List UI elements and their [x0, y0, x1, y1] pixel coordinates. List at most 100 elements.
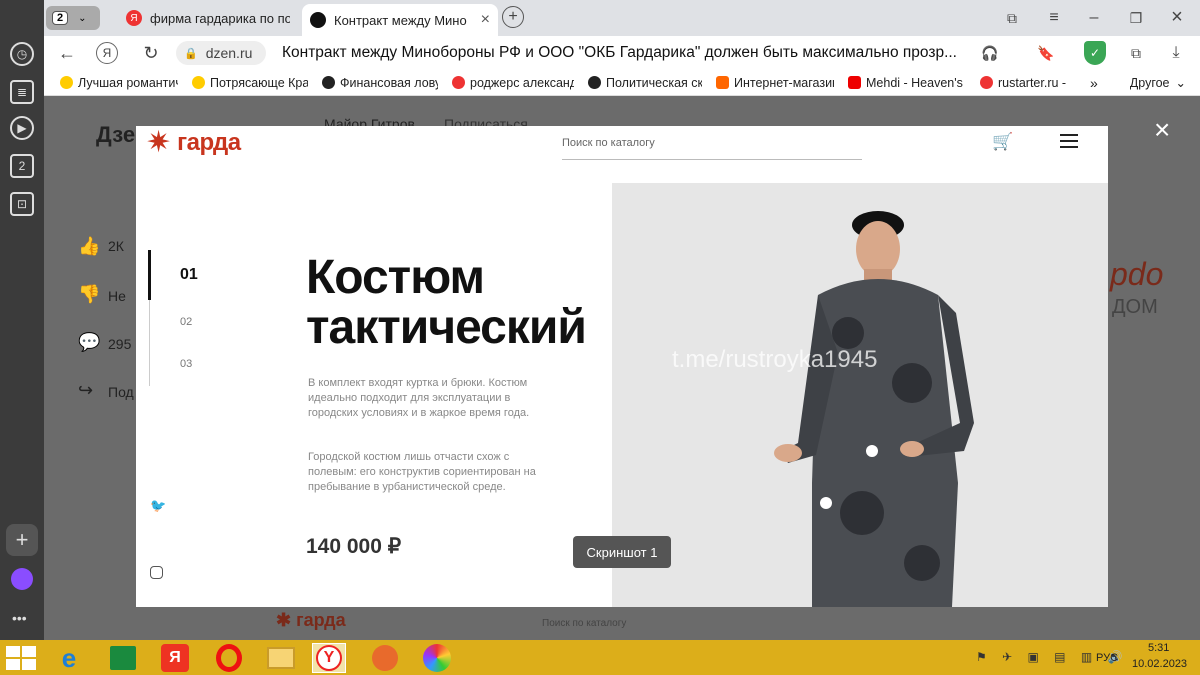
history-icon[interactable]: ◷ — [10, 42, 34, 66]
yandex-icon — [980, 76, 993, 89]
reload-icon[interactable]: ↻ — [140, 42, 162, 64]
product-heading-line1: Костюм — [306, 251, 485, 304]
windows-taskbar: e Я Y ⚑ ✈ ▣ ▤ ▥ 🔊 РУС 5:31 10.02.2023 — [0, 640, 1200, 675]
dzen-icon — [322, 76, 335, 89]
ad-text: рdo — [1110, 256, 1164, 292]
store-icon[interactable] — [106, 643, 140, 673]
downloads-icon[interactable]: ⤓ — [1166, 43, 1186, 63]
screenshot-viewer: ✷ гарда Поиск по каталогу 🛒 01 02 03 🐦 К… — [136, 126, 1108, 607]
tab-title: фирма гардарика по пош — [150, 10, 290, 26]
bookmark-item[interactable]: Финансовая ловуш — [322, 76, 438, 90]
product-heading-line2: тактический — [306, 301, 587, 354]
hamburger-icon[interactable] — [1060, 134, 1078, 148]
explorer-folder-icon[interactable] — [264, 643, 298, 673]
clock-date[interactable]: 10.02.2023 — [1132, 658, 1187, 670]
slide-nav-active-bar — [148, 250, 151, 300]
cart-icon[interactable]: 🛒 — [992, 132, 1013, 152]
slide-02[interactable]: 02 — [180, 316, 192, 328]
share-icon: ↪ — [78, 380, 94, 400]
menu-icon[interactable]: ≡ — [1044, 8, 1064, 28]
protect-shield-icon[interactable]: ✓ — [1084, 41, 1106, 65]
youtube-icon — [848, 76, 861, 89]
address-bar: ← Я ↻ 🔒 dzen.ru Контракт между Миноборон… — [0, 36, 1200, 70]
url-field[interactable]: 🔒 dzen.ru — [176, 41, 266, 65]
slide-03[interactable]: 03 — [180, 358, 192, 370]
like-icon: 👍 — [78, 236, 101, 256]
tab-group-button[interactable]: 2 ⌄ — [46, 6, 100, 30]
star-logo-icon: ✷ — [146, 126, 172, 159]
play-icon — [192, 76, 205, 89]
bookmark-icon[interactable]: 🔖 — [1036, 43, 1056, 63]
slide-01[interactable]: 01 — [180, 266, 198, 284]
bookmarks-bar: Лучшая романтич Потрясающе Крас Финансов… — [0, 70, 1200, 96]
comments-count: 295 — [108, 336, 132, 352]
yandex-browser-icon[interactable]: Y — [312, 643, 346, 673]
bottom-logo: ✱ гарда — [276, 610, 346, 630]
minimize-icon[interactable]: – — [1084, 8, 1104, 28]
tab-bar: ◉ 2 ⌄ Я фирма гардарика по пош Контракт … — [0, 0, 1200, 36]
bookmarks-other-button[interactable]: Другое ⌄ — [1130, 75, 1186, 91]
tab-title: Контракт между Мино — [334, 12, 467, 28]
ad-text-2: ДОМ — [1112, 296, 1158, 318]
chevron-down-icon: ⌄ — [78, 12, 87, 24]
color-app-icon[interactable] — [420, 643, 454, 673]
more-icon[interactable]: ••• — [12, 610, 27, 626]
product-description-2: Городской костюм лишь отчасти схож с пол… — [308, 451, 536, 493]
bookmark-item[interactable]: роджерс александ — [452, 76, 574, 90]
play-icon[interactable]: ▶ — [10, 116, 34, 140]
bookmark-item[interactable]: rustarter.ru - — [980, 76, 1068, 90]
comment-icon: 💬 — [78, 332, 101, 352]
tabs-badge-icon[interactable]: 2 — [10, 154, 34, 178]
yandex-button[interactable]: Я — [96, 42, 118, 64]
app-icon[interactable] — [368, 643, 402, 673]
product-price: 140 000 ₽ — [306, 535, 402, 558]
tab-count-badge: 2 — [52, 11, 69, 25]
alice-icon[interactable] — [11, 568, 33, 590]
collections-icon[interactable]: ⧉ — [1002, 8, 1022, 28]
bookmark-item[interactable]: Политическая ска — [588, 76, 702, 90]
twitter-icon[interactable]: 🐦 — [150, 498, 166, 514]
product-description-1: В комплект входят куртка и брюки. Костюм… — [308, 377, 530, 419]
bookmark-item[interactable]: Mehdi - Heaven's — [848, 76, 966, 90]
dislike-icon: 👎 — [78, 284, 101, 304]
bookmark-item[interactable]: Лучшая романтич — [60, 76, 178, 90]
play-icon — [60, 76, 73, 89]
dzen-favicon-icon — [310, 12, 326, 28]
instagram-icon[interactable] — [150, 566, 163, 579]
extensions-icon[interactable]: ⧉ — [1126, 43, 1146, 63]
close-window-icon[interactable]: × — [1166, 6, 1188, 28]
back-icon[interactable]: ← — [56, 42, 78, 64]
opera-icon[interactable] — [212, 643, 246, 673]
headphones-icon[interactable]: 🎧 — [980, 43, 1000, 63]
browser-sidebar: ◷ ≣ ▶ 2 ⊡ + ••• — [0, 0, 44, 640]
yandex-app-icon[interactable]: Я — [158, 643, 192, 673]
ie-icon[interactable]: e — [52, 643, 86, 673]
language-indicator[interactable]: РУС — [1096, 652, 1118, 664]
restore-icon[interactable]: ❐ — [1126, 8, 1146, 28]
new-tab-button[interactable]: + — [502, 6, 524, 28]
bookmark-item[interactable]: Интернет-магазин — [716, 76, 834, 90]
share-label: Под — [108, 384, 134, 400]
windows-start-icon[interactable] — [6, 646, 36, 670]
clock-time[interactable]: 5:31 — [1148, 642, 1169, 654]
add-panel-button[interactable]: + — [6, 524, 38, 556]
bookmark-item[interactable]: Потрясающе Крас — [192, 76, 308, 90]
soldier-figure — [774, 211, 974, 607]
likes-count: 2К — [108, 238, 124, 254]
notes-icon[interactable]: ≣ — [10, 80, 34, 104]
catalog-search[interactable]: Поиск по каталогу — [562, 134, 862, 160]
garda-logo: ✷ гарда — [146, 126, 241, 159]
product-photo — [612, 183, 1108, 607]
screenshot-label: Скриншот 1 — [573, 536, 671, 568]
watermark: t.me/rustroyka1945 — [672, 346, 878, 373]
dislike-label: Не — [108, 288, 126, 304]
chevron-down-icon: ⌄ — [1175, 76, 1186, 90]
screenshot-icon[interactable]: ⊡ — [10, 192, 34, 216]
tab-active[interactable]: Контракт между Мино × — [302, 4, 498, 36]
bookmarks-more-button[interactable]: » — [1090, 75, 1098, 91]
close-tab-icon[interactable]: × — [481, 11, 490, 29]
close-modal-icon[interactable]: × — [1154, 116, 1170, 144]
tab-inactive[interactable]: Я фирма гардарика по пош — [118, 4, 298, 32]
page-title: Контракт между Минобороны РФ и ООО "ОКБ … — [282, 44, 957, 61]
bottom-search: Поиск по каталогу — [542, 618, 627, 629]
